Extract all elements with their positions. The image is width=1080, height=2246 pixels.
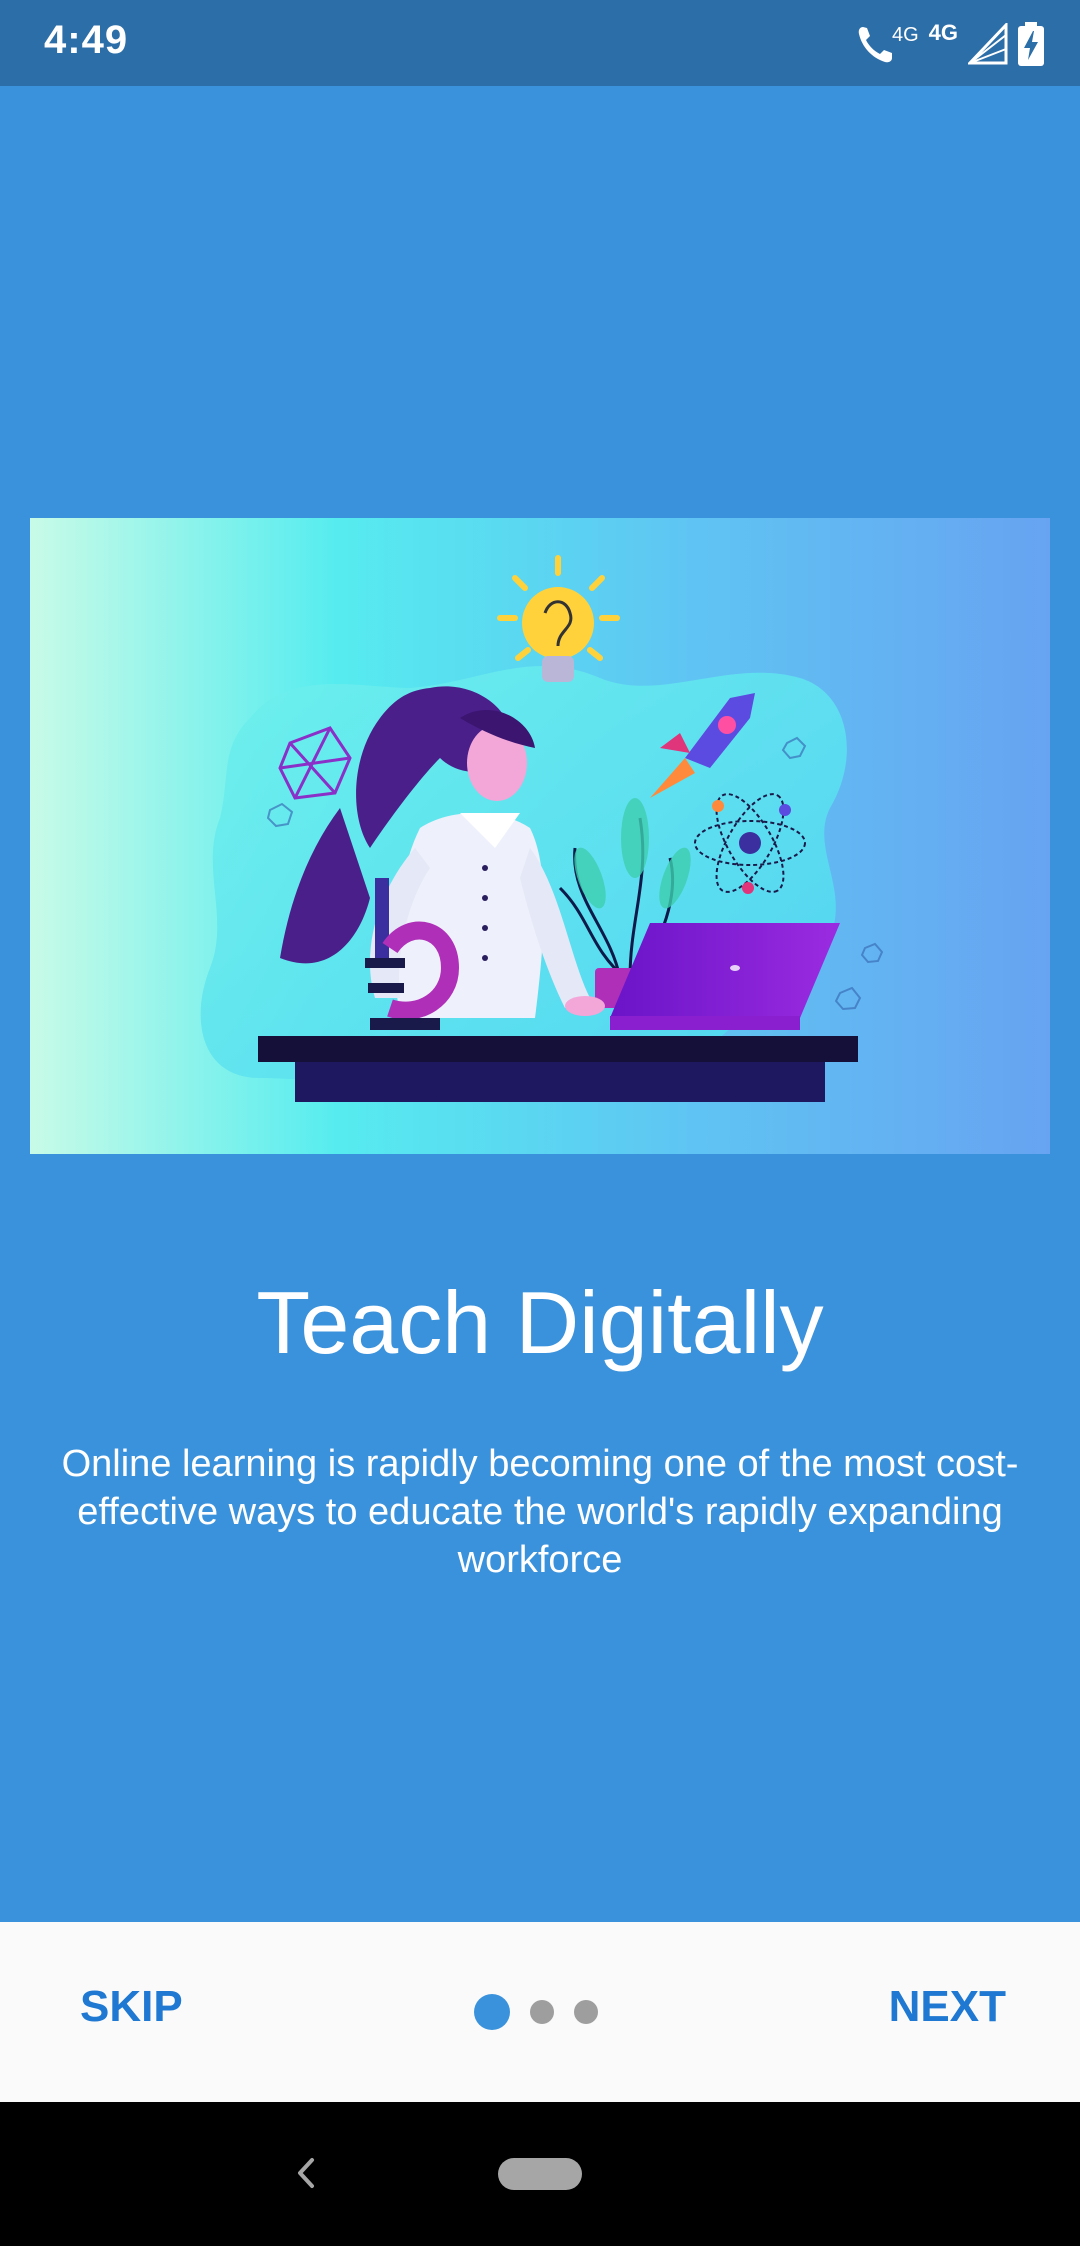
- page-dot-1[interactable]: [474, 1994, 510, 2030]
- skip-button[interactable]: SKIP: [80, 1982, 183, 2032]
- page-dot-3[interactable]: [574, 2000, 598, 2024]
- page-title: Teach Digitally: [256, 1273, 824, 1372]
- page-dot-2[interactable]: [530, 2000, 554, 2024]
- onboarding-screen: 4:49 4G 4G Teach Digitally Online learni…: [0, 0, 1080, 2246]
- page-indicator: [474, 1994, 598, 2030]
- back-icon[interactable]: [290, 2148, 320, 2198]
- page-description: Online learning is rapidly becoming one …: [61, 1443, 1019, 1581]
- home-pill-icon[interactable]: [498, 2158, 582, 2190]
- system-navigation-bar: [0, 2102, 1080, 2246]
- desk: [258, 1036, 858, 1102]
- battery-charging-icon: [1018, 22, 1044, 66]
- status-time: 4:49: [44, 18, 129, 62]
- next-button[interactable]: NEXT: [889, 1982, 1006, 2032]
- network-type-label-2: 4G: [928, 20, 958, 45]
- scientist-laptop-illustration: [30, 518, 1050, 1154]
- status-bar: 4:49 4G 4G: [0, 0, 1080, 86]
- signal-icon: [968, 23, 1008, 65]
- network-type-label: 4G: [891, 23, 919, 46]
- status-icons: 4G 4G: [854, 16, 1044, 72]
- onboarding-bottom-bar: SKIP NEXT: [0, 1922, 1080, 2102]
- teacher-illustration: [30, 518, 1050, 1154]
